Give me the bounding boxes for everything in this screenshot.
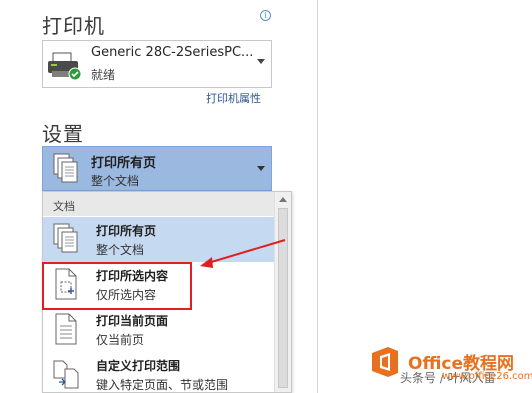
single-page-icon: [55, 313, 77, 345]
print-range-label: 打印所有页: [91, 156, 157, 171]
menu-item-print-all[interactable]: 打印所有页 整个文档: [43, 217, 275, 262]
print-range-select[interactable]: 打印所有页 整个文档: [42, 146, 272, 191]
menu-item-label: 打印所有页: [96, 224, 157, 238]
menu-item-label: 自定义打印范围: [96, 359, 181, 373]
settings-section-title: 设置: [42, 122, 84, 146]
highlight-box: [42, 262, 192, 310]
printer-select[interactable]: Generic 28C-2SeriesPC... 就绪: [42, 40, 272, 88]
menu-item-print-current[interactable]: 打印当前页面 仅当前页: [43, 307, 275, 352]
printer-status: 就绪: [91, 68, 116, 82]
dropdown-scrollbar[interactable]: [274, 192, 291, 392]
printer-name: Generic 28C-2SeriesPC...: [91, 45, 254, 60]
menu-item-sublabel: 整个文档: [96, 243, 145, 257]
dropdown-group-header: 文档: [43, 192, 275, 216]
pages-stack-icon: [53, 153, 78, 183]
printer-icon: [48, 52, 82, 81]
menu-item-sublabel: 键入特定页面、节或范围: [96, 378, 229, 392]
chevron-down-icon: [257, 59, 265, 64]
scroll-thumb[interactable]: [278, 208, 288, 388]
pages-stack-icon: [53, 223, 78, 253]
print-range-sublabel: 整个文档: [91, 174, 140, 188]
watermark-url: www.office26.com: [442, 371, 532, 382]
scroll-up-arrow-icon[interactable]: [279, 197, 287, 202]
custom-range-icon: [53, 360, 79, 389]
watermark: Office教程网 头条号 / 叶风入雷 www.office26.com: [368, 343, 532, 391]
menu-item-sublabel: 仅当前页: [96, 333, 145, 347]
info-icon[interactable]: i: [260, 10, 271, 21]
menu-item-label: 打印当前页面: [96, 314, 169, 328]
office-logo-icon: [372, 347, 398, 377]
pane-divider: [317, 0, 318, 393]
printer-properties-link[interactable]: 打印机属性: [206, 90, 261, 106]
menu-item-custom-range[interactable]: 自定义打印范围 键入特定页面、节或范围: [43, 352, 275, 392]
chevron-down-icon: [257, 166, 265, 171]
printer-section-title: 打印机: [42, 14, 105, 38]
